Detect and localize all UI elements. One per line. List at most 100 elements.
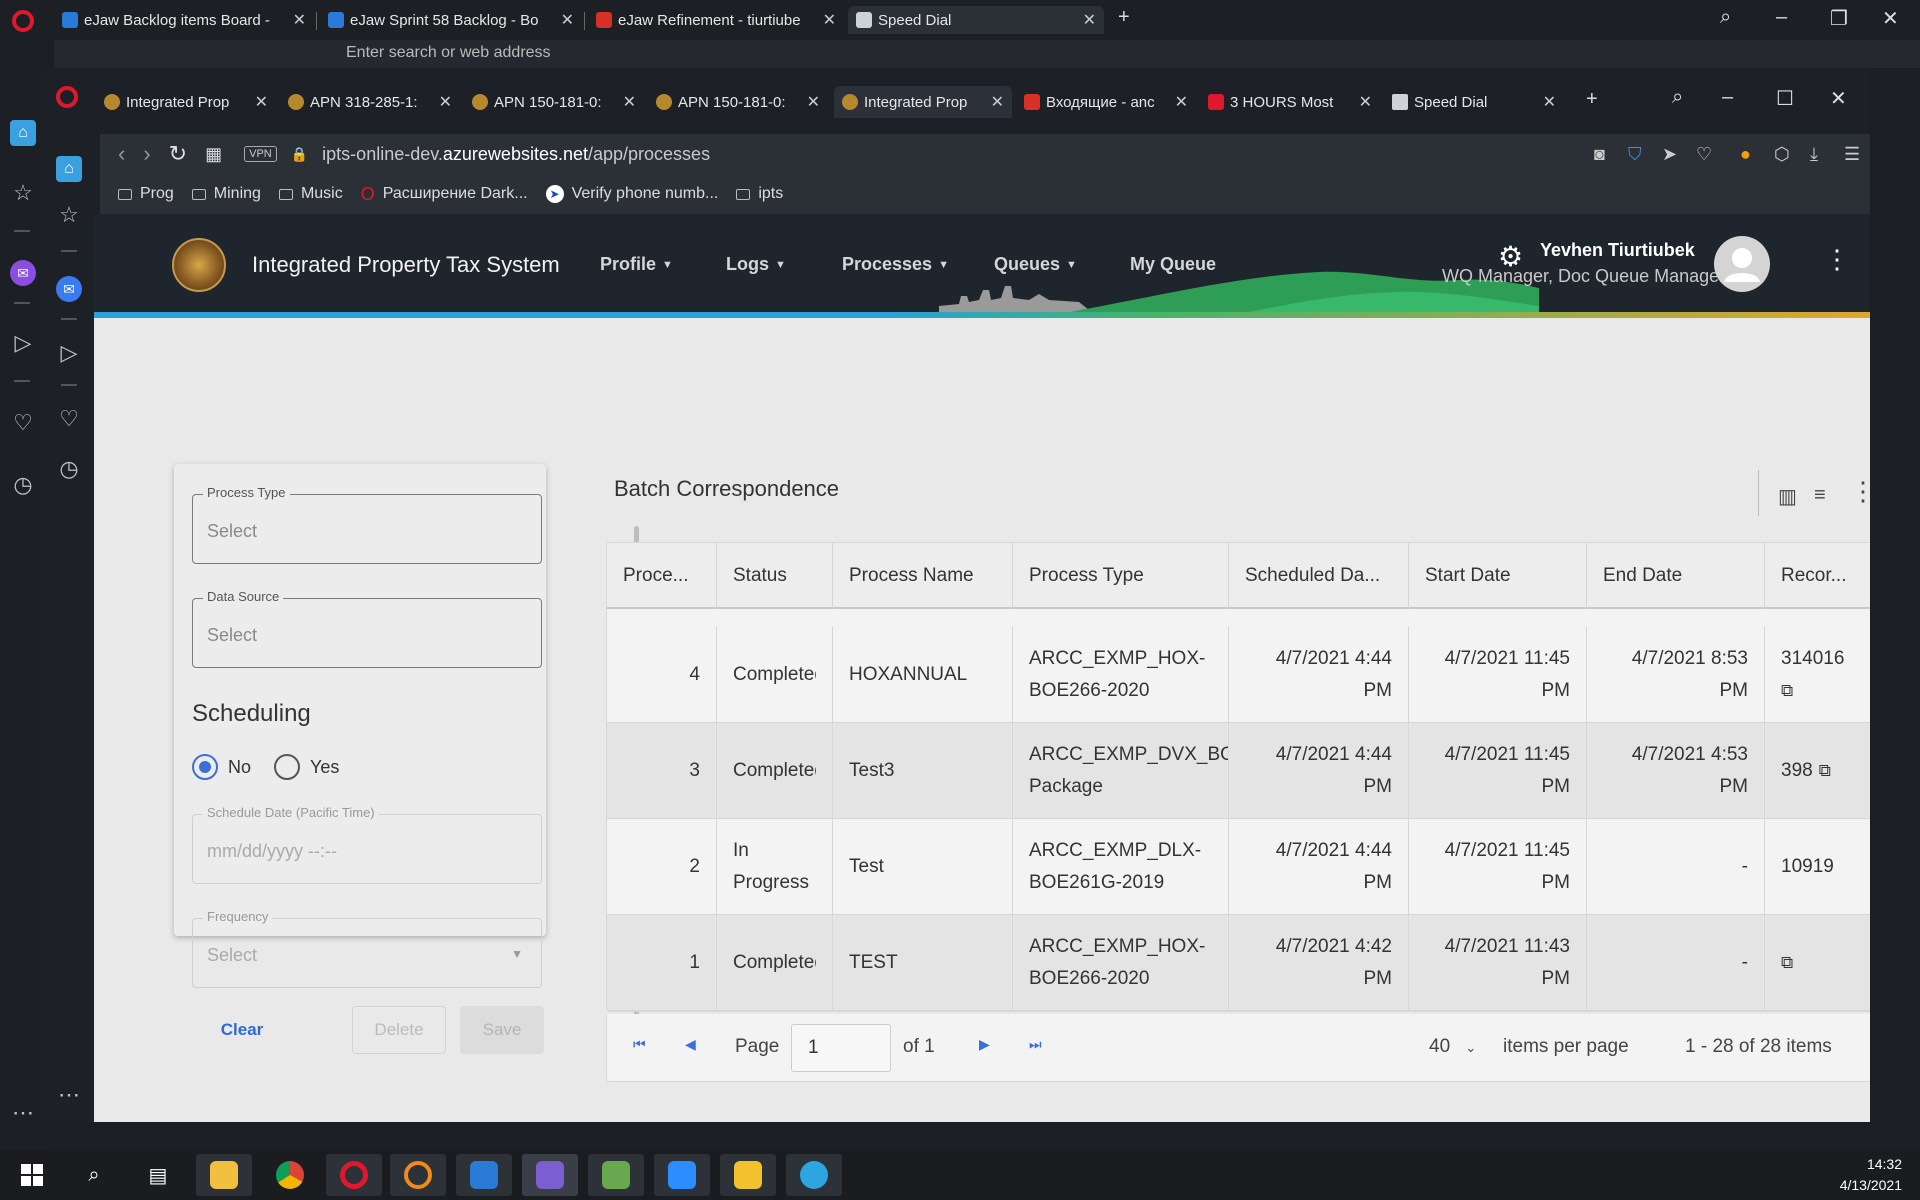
avatar[interactable] (1714, 236, 1770, 292)
restore-icon[interactable]: ❐ (1830, 6, 1848, 31)
table-row[interactable]: 4 Completed HOXANNUAL ARCC_EXMP_HOX- BOE2… (607, 627, 1870, 723)
table-row[interactable]: 1 Completed TEST ARCC_EXMP_HOX- BOE266-20… (607, 915, 1870, 1011)
search-icon[interactable]: ⌕ (66, 1154, 122, 1196)
frequency-select[interactable]: Frequency Select ▼ (192, 909, 542, 988)
close-icon[interactable]: ✕ (1083, 10, 1096, 30)
messenger-icon[interactable]: ✉ (56, 276, 82, 302)
cube-icon[interactable]: ⬡ (1774, 144, 1790, 165)
kebab-menu-icon[interactable]: ⋮ (1850, 476, 1870, 507)
col-scheduled-date[interactable]: Scheduled Da... (1229, 543, 1409, 609)
per-page-select[interactable]: 40 ⌄ (1429, 1036, 1476, 1058)
col-process-type[interactable]: Process Type (1013, 543, 1229, 609)
more-icon[interactable]: ⋯ (56, 1082, 82, 1108)
history-icon[interactable]: ◷ (56, 456, 82, 482)
bookmark-link[interactable]: ➤ Verify phone numb... (545, 185, 718, 203)
col-status[interactable]: Status (717, 543, 833, 609)
clear-button[interactable]: Clear (192, 1006, 292, 1054)
minimize-icon[interactable]: – (1722, 86, 1733, 109)
close-icon[interactable]: ✕ (561, 10, 574, 30)
zoom-icon[interactable] (654, 1154, 710, 1196)
close-window-icon[interactable]: ✕ (1882, 6, 1899, 31)
maximize-icon[interactable]: ☐ (1776, 86, 1794, 111)
data-source-select[interactable]: Data Source Select (192, 589, 542, 668)
bookmark-folder[interactable]: Mining (191, 185, 261, 203)
inner-tab[interactable]: Входящие - anc ✕ (1016, 86, 1196, 118)
home-icon[interactable]: ⌂ (10, 120, 36, 146)
settings-sliders-icon[interactable]: ☰ (1844, 144, 1860, 165)
schedule-date-input[interactable]: Schedule Date (Pacific Time) mm/dd/yyyy … (192, 805, 542, 884)
outer-tab[interactable]: eJaw Refinement - tiurtiube ✕ (588, 6, 844, 34)
more-icon[interactable]: ⋯ (10, 1100, 36, 1126)
inner-tab[interactable]: APN 318-285-1: ✕ (280, 86, 460, 118)
heart-icon[interactable]: ♡ (10, 410, 36, 436)
radio-no[interactable]: No (192, 754, 251, 780)
windows-start-icon[interactable] (4, 1154, 60, 1196)
first-page-icon[interactable]: ⏮ (633, 1036, 646, 1053)
col-records[interactable]: Recor... (1765, 543, 1870, 609)
col-start-date[interactable]: Start Date (1409, 543, 1587, 609)
minimize-icon[interactable]: – (1776, 6, 1787, 29)
external-link-icon[interactable]: ⧉ (1819, 755, 1831, 787)
page-number-input[interactable]: 1 (791, 1024, 891, 1072)
close-icon[interactable]: ✕ (823, 10, 836, 30)
close-icon[interactable]: ✕ (623, 92, 636, 112)
prev-page-icon[interactable]: ◀ (685, 1036, 696, 1053)
opera-logo-icon[interactable] (12, 10, 34, 32)
reload-icon[interactable]: ↻ (169, 141, 187, 167)
tabs-grid-icon[interactable]: ▦ (205, 144, 222, 165)
process-type-select[interactable]: Process Type Select (192, 485, 542, 564)
back-icon[interactable]: ‹ (118, 141, 125, 167)
external-link-icon[interactable]: ⧉ (1781, 675, 1844, 707)
heart-icon[interactable]: ♡ (1696, 144, 1712, 165)
send-icon[interactable]: ➤ (1662, 144, 1677, 165)
task-view-icon[interactable]: ▤ (130, 1154, 186, 1196)
close-icon[interactable]: ✕ (807, 92, 820, 112)
visual-studio-icon[interactable] (522, 1154, 578, 1196)
inner-tab[interactable]: Speed Dial ✕ (1384, 86, 1564, 118)
next-page-icon[interactable]: ▶ (979, 1036, 990, 1053)
new-tab-icon[interactable]: + (1118, 6, 1130, 29)
external-link-icon[interactable]: ⧉ (1781, 947, 1793, 979)
col-process-id[interactable]: Proce... (607, 543, 717, 609)
close-icon[interactable]: ✕ (1175, 92, 1188, 112)
inner-tab[interactable]: 3 HOURS Most ✕ (1200, 86, 1380, 118)
download-icon[interactable]: ⤓ (1810, 144, 1818, 165)
columns-icon[interactable]: ▥ (1778, 484, 1797, 509)
search-icon[interactable]: ⌕ (1720, 6, 1731, 29)
save-button[interactable]: Save (460, 1006, 544, 1054)
address-bar[interactable]: ‹ › ↻ ▦ VPN 🔒 ipts-online-dev.azurewebsi… (100, 134, 1870, 174)
inner-tab-active[interactable]: Integrated Prop ✕ (834, 86, 1012, 118)
azure-devops-icon[interactable] (456, 1154, 512, 1196)
inner-tab[interactable]: Integrated Prop ✕ (96, 86, 276, 118)
bulb-icon[interactable]: ● (1740, 144, 1751, 165)
camera-icon[interactable]: ◙ (1594, 144, 1605, 165)
headset-app-icon[interactable] (390, 1154, 446, 1196)
delete-button[interactable]: Delete (352, 1006, 446, 1054)
close-icon[interactable]: ✕ (439, 92, 452, 112)
system-clock[interactable]: 14:32 4/13/2021 (1840, 1154, 1902, 1196)
menu-processes[interactable]: Processes ▼ (842, 254, 949, 275)
close-icon[interactable]: ✕ (1543, 92, 1556, 112)
last-page-icon[interactable]: ⏭ (1029, 1036, 1042, 1053)
filter-icon[interactable]: ≡ (1814, 484, 1826, 507)
menu-logs[interactable]: Logs ▼ (726, 254, 786, 275)
new-tab-icon[interactable]: + (1586, 88, 1598, 111)
forward-icon[interactable]: › (143, 141, 150, 167)
search-icon[interactable]: ⌕ (1672, 86, 1683, 109)
outer-address-bar[interactable]: Enter search or web address (54, 40, 1920, 68)
star-icon[interactable]: ☆ (10, 180, 36, 206)
telegram-icon[interactable] (786, 1154, 842, 1196)
opera-logo-icon[interactable] (56, 86, 78, 108)
vpn-badge[interactable]: VPN (244, 146, 277, 162)
history-icon[interactable]: ◷ (10, 472, 36, 498)
close-window-icon[interactable]: ✕ (1830, 86, 1847, 111)
outer-tab[interactable]: eJaw Sprint 58 Backlog - Bo ✕ (320, 6, 582, 34)
bookmark-folder[interactable]: Music (278, 185, 343, 203)
outer-tab[interactable]: eJaw Backlog items Board - ✕ (54, 6, 314, 34)
snip-tool-icon[interactable] (720, 1154, 776, 1196)
table-row[interactable]: 2 In Progress Test ARCC_EXMP_DLX- BOE261G-… (607, 819, 1870, 915)
url-text[interactable]: ipts-online-dev.azurewebsites.net/app/pr… (322, 144, 710, 165)
image-editor-icon[interactable] (588, 1154, 644, 1196)
table-row[interactable]: 3 Completed Test3 ARCC_EXMP_DVX_BOE Packa… (607, 723, 1870, 819)
messenger-icon[interactable]: ✉ (10, 260, 36, 286)
